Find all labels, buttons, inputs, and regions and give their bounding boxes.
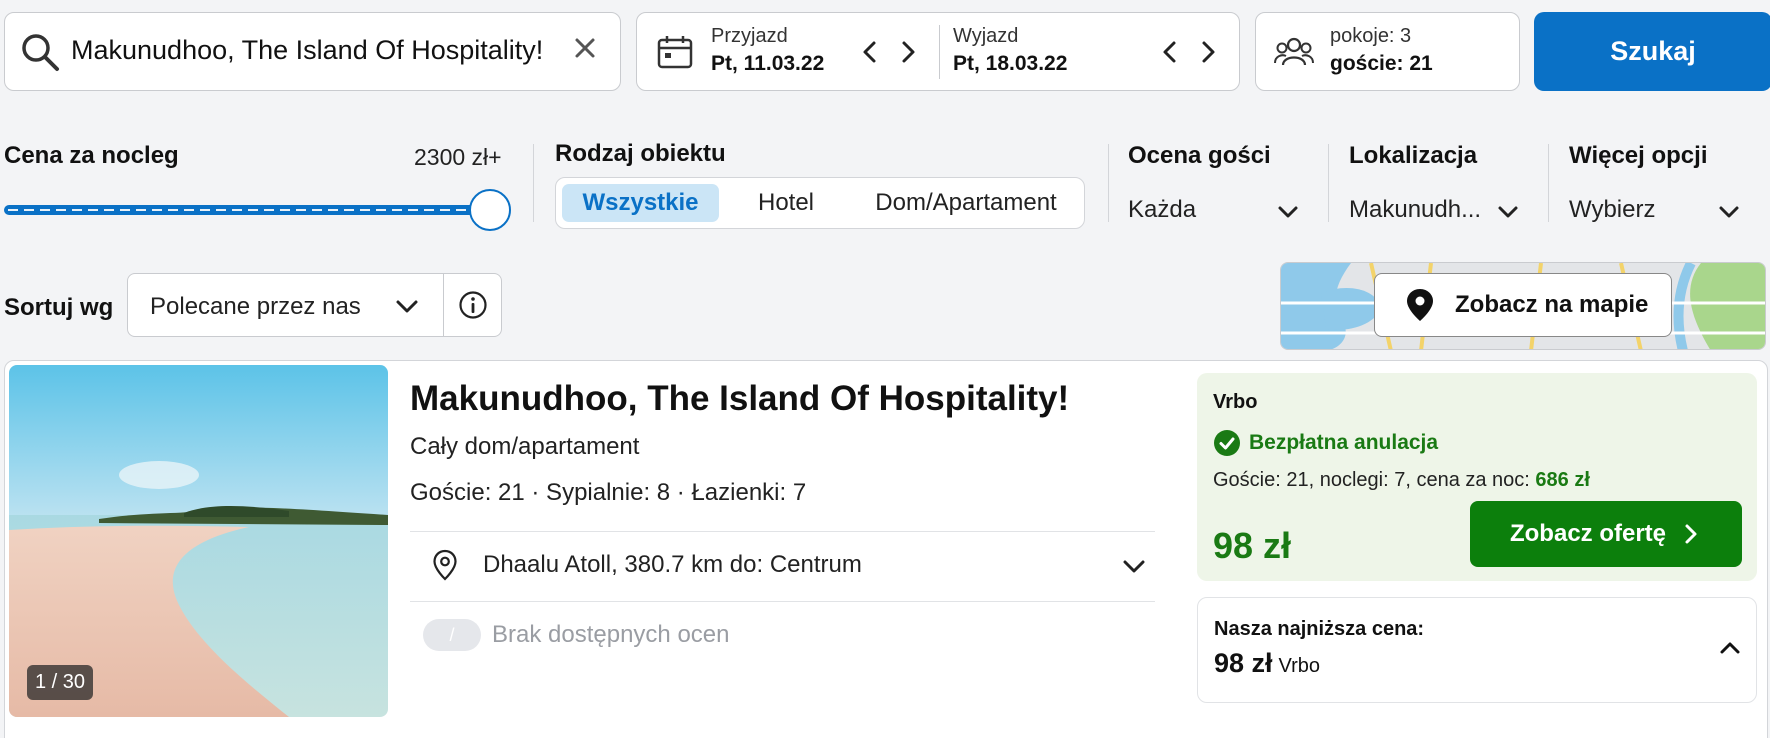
checkout-value: Pt, 18.03.22 (953, 52, 1068, 75)
offer-details: Goście: 21, noclegi: 7, cena za noc: 686… (1213, 469, 1590, 492)
lowest-price-provider: Vrbo (1278, 655, 1321, 677)
map-pin-icon (1407, 289, 1433, 321)
info-icon[interactable] (458, 290, 488, 320)
guests-field[interactable]: pokoje: 3 goście: 21 (1255, 12, 1520, 91)
search-button[interactable]: Szukaj (1534, 12, 1770, 91)
price-slider-handle[interactable] (469, 189, 511, 231)
offer-price: 98 zł (1213, 525, 1292, 566)
check-circle-icon (1214, 430, 1240, 456)
property-meta: Goście: 21 · Sypialnie: 8 · Łazienki: 7 (410, 479, 807, 506)
sort-value: Polecane przez nas (150, 293, 361, 320)
date-divider (939, 25, 940, 79)
checkin-field[interactable]: Przyjazd Pt, 11.03.22 (711, 25, 824, 76)
free-cancellation-label: Bezpłatna anulacja (1249, 431, 1439, 454)
property-title[interactable]: Makunudhoo, The Island Of Hospitality! (410, 379, 1069, 419)
checkin-label: Przyjazd (711, 25, 788, 47)
search-icon (22, 34, 59, 71)
rating-text: Brak dostępnych ocen (492, 621, 730, 648)
chevron-down-icon[interactable] (1496, 200, 1520, 224)
calendar-icon (657, 36, 693, 69)
offer-box: Vrbo Bezpłatna anulacja Goście: 21, nocl… (1197, 373, 1757, 581)
location-pin-icon (433, 549, 457, 581)
more-options-value[interactable]: Wybierz (1569, 196, 1655, 224)
property-type-toggle: Wszystkie Hotel Dom/Apartament (555, 177, 1085, 229)
lowest-price-value: 98 zł (1214, 648, 1273, 678)
offer-provider: Vrbo (1213, 391, 1258, 413)
location-filter-value[interactable]: Makunudh... (1349, 196, 1481, 224)
lowest-price: 98 zł Vrbo (1214, 648, 1320, 679)
type-option-hotel[interactable]: Hotel (731, 184, 841, 222)
location-text: Dhaalu Atoll, 380.7 km do: Centrum (483, 551, 862, 578)
lowest-price-box[interactable]: Nasza najniższa cena: 98 zł Vrbo (1197, 597, 1757, 703)
property-type: Cały dom/apartament (410, 433, 640, 460)
filter-divider (1108, 144, 1109, 222)
chevron-left-icon[interactable] (857, 37, 883, 67)
more-options-label: Więcej opcji (1569, 142, 1708, 169)
chevron-right-icon[interactable] (1195, 37, 1221, 67)
location-row[interactable]: Dhaalu Atoll, 380.7 km do: Centrum (410, 531, 1155, 601)
chevron-down-icon (396, 300, 418, 313)
location-filter-label: Lokalizacja (1349, 142, 1478, 169)
free-cancellation: Bezpłatna anulacja (1213, 429, 1438, 457)
clear-icon[interactable] (572, 35, 598, 61)
view-offer-label: Zobacz ofertę (1509, 520, 1667, 547)
guests-count: goście: 21 (1330, 52, 1433, 75)
divider (410, 601, 1155, 602)
sort-dropdown[interactable]: Polecane przez nas (127, 273, 502, 337)
view-offer-button[interactable]: Zobacz ofertę (1470, 501, 1742, 567)
sort-label: Sortuj wg (4, 294, 114, 321)
chevron-right-icon (1685, 524, 1697, 544)
rating-filter-value[interactable]: Każda (1128, 196, 1196, 224)
result-card: 1 / 30 Makunudhoo, The Island Of Hospita… (4, 360, 1768, 738)
rooms-count: pokoje: 3 (1330, 25, 1412, 47)
price-slider-track[interactable] (4, 205, 490, 215)
checkin-value: Pt, 11.03.22 (711, 52, 825, 75)
filter-divider (1328, 144, 1329, 222)
search-bar: Makunudhoo, The Island Of Hospitality! P… (4, 12, 1770, 92)
offer-details-text: Goście: 21, noclegi: 7, cena za noc: (1213, 469, 1530, 491)
checkin-nav (857, 37, 927, 67)
checkout-field[interactable]: Wyjazd Pt, 18.03.22 (953, 25, 1067, 76)
chevron-right-icon[interactable] (895, 37, 921, 67)
chevron-left-icon[interactable] (1157, 37, 1183, 67)
destination-field[interactable]: Makunudhoo, The Island Of Hospitality! (4, 12, 621, 91)
property-type-label: Rodzaj obiektu (555, 140, 726, 167)
filter-divider (1548, 144, 1549, 222)
show-map-button[interactable]: Zobacz na mapie (1374, 273, 1672, 337)
price-filter-label: Cena za nocleg (4, 142, 179, 169)
checkout-label: Wyjazd (953, 25, 1019, 47)
guests-summary: pokoje: 3 goście: 21 (1330, 25, 1433, 76)
type-option-home[interactable]: Dom/Apartament (853, 184, 1079, 222)
lowest-price-label: Nasza najniższa cena: (1214, 618, 1425, 640)
chevron-down-icon[interactable] (1717, 200, 1741, 224)
people-icon (1274, 37, 1314, 66)
rating-filter-label: Ocena gości (1128, 142, 1271, 169)
checkout-nav (1157, 37, 1227, 67)
destination-input[interactable]: Makunudhoo, The Island Of Hospitality! (71, 35, 551, 66)
filter-divider (533, 144, 534, 222)
chevron-up-icon[interactable] (1718, 636, 1742, 660)
photo-counter: 1 / 30 (27, 665, 94, 700)
type-option-all[interactable]: Wszystkie (562, 184, 719, 222)
property-photo[interactable]: 1 / 30 (9, 365, 388, 717)
chevron-down-icon[interactable] (1276, 200, 1300, 224)
filters-bar: Cena za nocleg 2300 zł+ Rodzaj obiektu W… (0, 130, 1770, 240)
rating-badge: / (423, 619, 481, 651)
offer-per-night: 686 zł (1535, 469, 1590, 491)
date-range-field: Przyjazd Pt, 11.03.22 Wyjazd Pt, 18.03.2… (636, 12, 1240, 91)
price-filter-value: 2300 zł+ (414, 144, 502, 170)
show-map-label: Zobacz na mapie (1455, 291, 1649, 318)
chevron-down-icon[interactable] (1121, 553, 1147, 579)
